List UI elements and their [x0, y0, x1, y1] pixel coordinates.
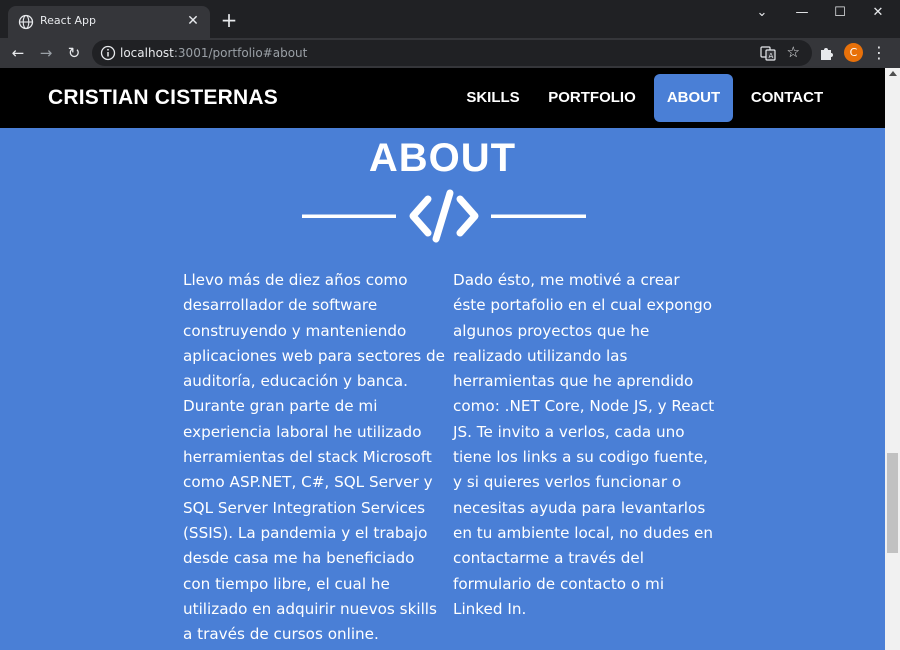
- divider-line-left: [302, 214, 396, 218]
- page-scrollbar[interactable]: [885, 68, 900, 650]
- browser-tab[interactable]: React App ✕: [8, 6, 210, 38]
- globe-icon: [18, 14, 34, 30]
- section-title: ABOUT: [368, 136, 517, 180]
- reload-icon[interactable]: ↻: [62, 41, 86, 65]
- divider-line-right: [491, 214, 586, 218]
- plus-icon[interactable]: +: [218, 10, 240, 32]
- chevron-down-icon[interactable]: ⌄: [742, 0, 782, 28]
- avatar[interactable]: C: [844, 43, 863, 62]
- scrollbar-thumb[interactable]: [887, 453, 898, 553]
- svg-text:A: A: [769, 52, 774, 60]
- maximize-icon[interactable]: ☐: [820, 0, 860, 28]
- nav-link-about[interactable]: ABOUT: [654, 74, 733, 122]
- close-icon[interactable]: ✕: [184, 12, 202, 30]
- translate-icon[interactable]: A: [760, 45, 776, 61]
- nav-link-portfolio[interactable]: PORTFOLIO: [544, 74, 640, 122]
- url-path: :3001/portfolio#about: [173, 46, 308, 60]
- about-paragraph-left: Llevo más de diez años como desarrollado…: [183, 271, 446, 644]
- kebab-menu-icon[interactable]: ⋮: [871, 43, 887, 63]
- nav-link-skills[interactable]: SKILLS: [462, 74, 524, 122]
- nav-link-contact[interactable]: CONTACT: [746, 74, 828, 122]
- star-icon[interactable]: ☆: [787, 43, 800, 61]
- url-text[interactable]: localhost:3001/portfolio#about: [120, 46, 307, 60]
- puzzle-icon[interactable]: [818, 45, 834, 61]
- forward-icon[interactable]: →: [34, 41, 58, 65]
- minimize-icon[interactable]: —: [782, 0, 822, 28]
- section-divider: [302, 189, 586, 243]
- scroll-up-arrow-icon[interactable]: [889, 71, 897, 76]
- browser-tabstrip: React App ✕ + ⌄ — ☐ ✕: [0, 0, 900, 38]
- site-brand[interactable]: CRISTIAN CISTERNAS: [48, 86, 278, 110]
- address-bar[interactable]: localhost:3001/portfolio#about A ☆: [92, 40, 812, 66]
- page-viewport: CRISTIAN CISTERNAS SKILLS PORTFOLIO ABOU…: [0, 68, 885, 650]
- back-icon[interactable]: ←: [6, 41, 30, 65]
- tab-title: React App: [40, 14, 97, 27]
- browser-toolbar: ← → ↻ localhost:3001/portfolio#about A ☆…: [0, 38, 900, 68]
- info-icon[interactable]: [100, 45, 116, 61]
- site-navbar: CRISTIAN CISTERNAS SKILLS PORTFOLIO ABOU…: [0, 68, 885, 128]
- url-host: localhost: [120, 46, 174, 60]
- code-icon: [409, 189, 479, 243]
- window-close-icon[interactable]: ✕: [858, 0, 898, 28]
- about-paragraph-right: Dado ésto, me motivé a crear éste portaf…: [453, 271, 715, 618]
